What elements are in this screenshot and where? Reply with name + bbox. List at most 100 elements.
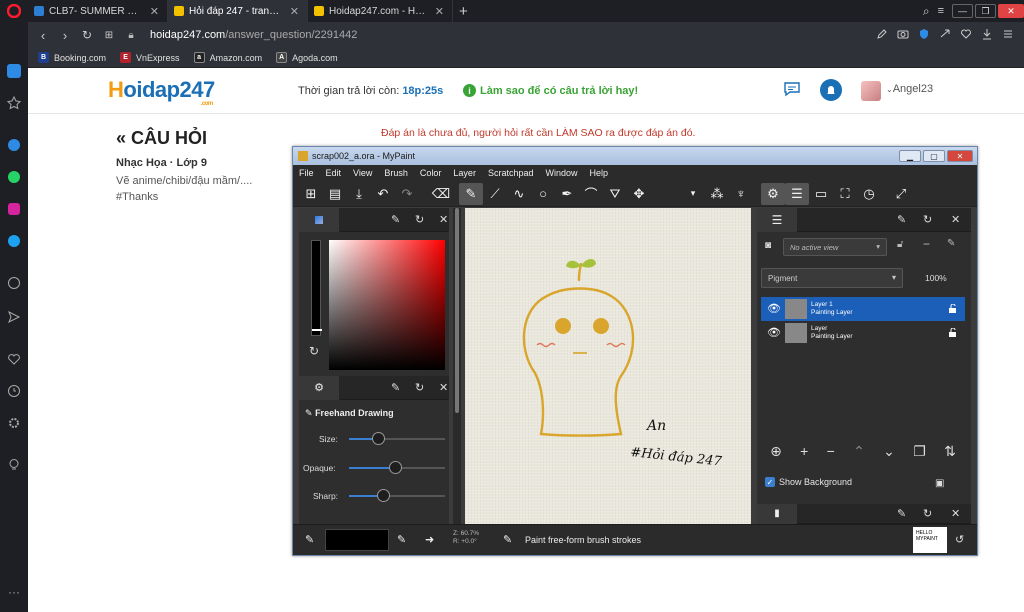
send-icon[interactable] — [7, 310, 21, 324]
how-to-answer-link[interactable]: i Làm sao để có câu trả lời hay! — [463, 84, 638, 97]
menu-window[interactable]: Window — [545, 168, 577, 178]
lightbulb-icon[interactable] — [7, 458, 21, 472]
history-icon[interactable] — [7, 384, 21, 398]
layer-row[interactable]: 👁︎ Layer Painting Layer — [761, 321, 965, 345]
scratchpad-tab[interactable]: ▮ — [757, 503, 797, 524]
detach-icon[interactable]: ↻ — [415, 381, 424, 394]
lock-icon[interactable]: 🔓︎ — [897, 239, 903, 250]
menu-view[interactable]: View — [353, 168, 372, 178]
detach-icon[interactable]: ↻ — [923, 507, 932, 520]
close-window-button[interactable]: ✕ — [998, 4, 1024, 18]
user-avatar[interactable] — [861, 81, 881, 101]
drawing-canvas[interactable]: An #Hỏi đáp 247 — [465, 208, 751, 524]
settings-gear-icon[interactable] — [7, 416, 21, 430]
more-icon[interactable]: ··· — [7, 586, 21, 602]
detach-icon[interactable]: ↻ — [415, 213, 424, 226]
pin-icon[interactable]: ✎ — [897, 213, 906, 226]
shield-icon[interactable] — [918, 28, 930, 40]
panel-close-icon[interactable]: ✕ — [951, 507, 960, 520]
ellipse-icon[interactable]: ○ — [531, 183, 555, 205]
search-tabs-icon[interactable]: ⌕ — [923, 4, 930, 19]
bookmark-agoda[interactable]: A Agoda.com — [276, 52, 338, 63]
move-layer-up-icon[interactable]: ⌃ — [853, 443, 865, 460]
detach-icon[interactable]: ↻ — [923, 213, 932, 226]
edit-icon[interactable] — [876, 28, 888, 40]
undo-icon[interactable]: ↶ — [371, 183, 395, 205]
sharp-slider[interactable] — [349, 495, 445, 497]
remove-layer-icon[interactable]: − — [827, 443, 835, 459]
show-background-toggle[interactable]: ✓ Show Background — [765, 477, 852, 487]
tab-clb7[interactable]: CLB7- SUMMER REVISION ✕ — [28, 0, 168, 22]
hoidap247-logo[interactable]: Hoidap247 .com — [108, 77, 215, 107]
brush-set-icon[interactable]: ♆ — [729, 183, 753, 205]
left-dock-scrollbar[interactable] — [453, 208, 461, 524]
brush-preview-thumbnail[interactable]: HELLO MYPAINT — [913, 527, 947, 553]
tab-close-icon[interactable]: ✕ — [435, 5, 444, 18]
pin-icon[interactable]: ✎ — [391, 213, 400, 226]
freehand-brush-icon[interactable]: ✎ — [459, 182, 483, 205]
color-picker-icon[interactable]: ⌒ — [579, 183, 603, 205]
fullscreen-icon[interactable]: ⛶ — [833, 183, 857, 205]
tool-options-tab[interactable]: ⚙ — [299, 375, 339, 400]
camera-icon[interactable] — [897, 28, 909, 40]
panel-close-icon[interactable]: ✕ — [439, 381, 448, 394]
menu-icon[interactable] — [1002, 28, 1014, 40]
twitter-icon[interactable] — [7, 234, 21, 248]
size-slider-knob[interactable] — [371, 432, 385, 445]
back-icon[interactable]: ‹ — [32, 28, 54, 43]
url-field[interactable]: hoidap247.com/answer_question/2291442 — [150, 29, 357, 41]
menu-edit[interactable]: Edit — [326, 168, 342, 178]
dropdown-arrow-icon[interactable]: ▾ — [681, 183, 705, 205]
layer-opacity[interactable]: 100% — [925, 273, 947, 283]
color-picker-icon[interactable]: ✎ — [305, 533, 314, 546]
layers-icon[interactable]: ☰ — [785, 182, 809, 205]
save-file-icon[interactable]: ⤓ — [347, 183, 371, 205]
reload-icon[interactable]: ↻ — [76, 28, 98, 42]
new-file-icon[interactable]: ⊞ — [299, 183, 323, 205]
unlock-icon[interactable] — [948, 328, 957, 337]
maximize-button[interactable]: ❐ — [975, 4, 996, 18]
duplicate-layer-icon[interactable]: ❐ — [913, 443, 926, 460]
swap-colors-icon[interactable]: ↻ — [309, 344, 319, 358]
value-marker[interactable] — [312, 329, 322, 331]
new-layer-icon[interactable]: ⊕ — [770, 443, 782, 460]
download-icon[interactable] — [981, 28, 993, 40]
settings-gear-icon[interactable]: ⚙ — [761, 182, 785, 205]
menu-brush[interactable]: Brush — [384, 168, 408, 178]
opaque-slider-knob[interactable] — [389, 461, 403, 474]
tab-hoidap-answer[interactable]: Hỏi đáp 247 - trang tra loi ✕ — [168, 0, 308, 22]
share-icon[interactable] — [939, 28, 951, 40]
player-icon[interactable] — [7, 276, 21, 290]
scrollbar-thumb[interactable] — [455, 208, 459, 413]
background-settings-icon[interactable]: ▣ — [935, 478, 944, 489]
eye-icon[interactable]: 👁︎ — [767, 326, 781, 339]
panel-close-icon[interactable]: ✕ — [951, 213, 960, 226]
fill-icon[interactable]: ⛛ — [603, 183, 627, 205]
remove-view-icon[interactable]: − — [923, 237, 930, 251]
heart-icon[interactable] — [7, 352, 21, 366]
expand-icon[interactable]: ⤢ — [889, 183, 913, 205]
color-wheel-tab[interactable] — [299, 207, 339, 232]
forward-icon[interactable]: › — [54, 28, 76, 43]
camera-icon[interactable]: ◙ — [765, 240, 771, 251]
menu-help[interactable]: Help — [589, 168, 608, 178]
size-slider[interactable] — [349, 438, 445, 440]
menu-scratchpad[interactable]: Scratchpad — [488, 168, 534, 178]
inking-icon[interactable]: ⟋ — [483, 183, 507, 205]
lock-icon[interactable]: 🔒︎ — [120, 30, 142, 41]
mypaint-close-button[interactable]: ✕ — [947, 150, 973, 162]
pin-icon[interactable]: ✎ — [391, 381, 400, 394]
pin-icon[interactable]: ✎ — [897, 507, 906, 520]
checkbox-checked-icon[interactable]: ✓ — [765, 477, 775, 487]
menu-file[interactable]: File — [299, 168, 314, 178]
tab-close-icon[interactable]: ✕ — [290, 5, 299, 18]
add-layer-icon[interactable]: + — [800, 443, 808, 459]
move-icon[interactable]: ✥ — [627, 183, 651, 205]
chat-icon[interactable] — [783, 81, 801, 100]
bookmark-vnexpress[interactable]: E VnExpress — [120, 52, 180, 63]
lines-curves-icon[interactable]: ∿ — [507, 183, 531, 205]
current-color-swatch[interactable] — [325, 529, 389, 551]
clear-preview-icon[interactable]: ↺ — [955, 533, 964, 546]
menu-layer[interactable]: Layer — [453, 168, 476, 178]
bookmark-booking[interactable]: B Booking.com — [38, 52, 106, 63]
